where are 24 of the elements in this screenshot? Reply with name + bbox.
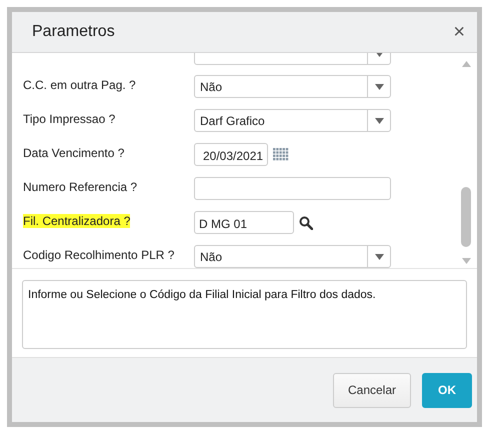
scrollbar-thumb[interactable] xyxy=(461,187,471,247)
close-button[interactable]: × xyxy=(453,22,465,42)
input-field[interactable] xyxy=(194,177,391,200)
calendar-icon[interactable] xyxy=(273,148,289,161)
scroll-down-icon[interactable] xyxy=(462,258,470,264)
field-label: Numero Referencia ? xyxy=(23,180,138,194)
date-field[interactable]: 20/03/2021 xyxy=(194,143,268,166)
cancel-button[interactable]: Cancelar xyxy=(333,372,411,408)
scroll-up-icon[interactable] xyxy=(462,61,470,67)
description-text: Informe ou Selecione o Código da Filial Inicial para Filtro dos dados. xyxy=(28,289,376,301)
search-icon[interactable] xyxy=(299,216,313,230)
dialog-title: Parametros xyxy=(32,23,115,41)
field-label: Codigo Recolhimento PLR ? xyxy=(23,248,174,262)
dropdown-field[interactable]: Não xyxy=(194,75,391,98)
caret-icon xyxy=(374,84,384,90)
field-label: Fil. Centralizadora ? xyxy=(23,214,130,228)
dropdown-field[interactable]: Não xyxy=(194,245,391,268)
input-field[interactable]: D MG 01 xyxy=(194,211,294,234)
field-label: Tipo Impressao ? xyxy=(23,112,116,126)
dropdown-field[interactable]: Darf Grafico xyxy=(194,109,391,132)
caret-icon xyxy=(374,254,384,260)
field-label: C.C. em outra Pag. ? xyxy=(23,78,136,92)
caret-icon xyxy=(374,118,384,124)
field-label: Data Vencimento ? xyxy=(23,146,124,160)
